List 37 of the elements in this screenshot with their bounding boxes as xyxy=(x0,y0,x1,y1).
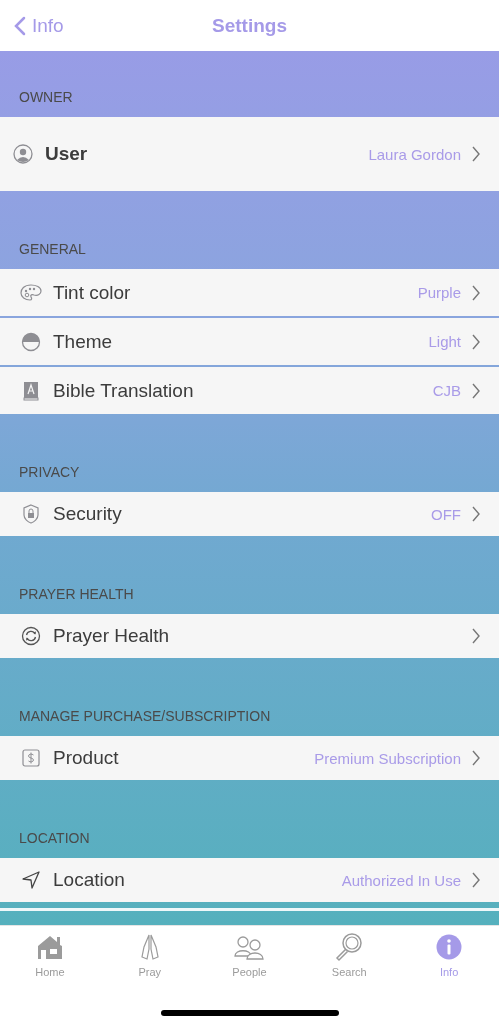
info-icon xyxy=(436,934,463,960)
chevron-right-icon xyxy=(471,146,481,162)
chevron-right-icon xyxy=(471,628,481,644)
book-icon xyxy=(23,380,39,401)
settings-row[interactable]: Prayer Health xyxy=(0,614,499,658)
section-header: PRIVACY xyxy=(19,464,80,480)
half-circle-icon xyxy=(21,331,41,352)
house-icon xyxy=(35,934,64,960)
chevron-right-icon xyxy=(471,382,481,399)
settings-row[interactable]: Security OFF xyxy=(0,492,499,536)
settings-row[interactable]: Tint color Purple xyxy=(0,269,499,316)
settings-row[interactable]: User Laura Gordon xyxy=(0,117,499,191)
settings-row[interactable]: Product Premium Subscription xyxy=(0,736,499,780)
section-header: GENERAL xyxy=(19,241,86,257)
section-header: LOCATION xyxy=(19,830,90,846)
praying-hands-icon xyxy=(138,933,161,961)
sync-icon xyxy=(21,626,41,646)
chevron-left-icon xyxy=(14,15,26,36)
section-header: OWNER xyxy=(19,89,73,105)
people-icon xyxy=(233,934,266,960)
section-header: PRAYER HEALTH xyxy=(19,586,134,602)
settings-row[interactable]: Location Authorized In Use xyxy=(0,858,499,902)
settings-row[interactable]: Theme Light xyxy=(0,318,499,365)
chevron-right-icon xyxy=(471,872,481,888)
location-arrow-icon xyxy=(21,870,41,890)
screen-title: Settings xyxy=(212,14,287,37)
settings-row[interactable]: Bible Translation CJB xyxy=(0,367,499,414)
dollar-icon xyxy=(22,749,40,767)
user-icon xyxy=(13,144,33,164)
chevron-right-icon xyxy=(471,333,481,350)
chevron-right-icon xyxy=(471,750,481,766)
section-header: MANAGE PURCHASE/SUBSCRIPTION xyxy=(19,708,271,724)
shield-lock-icon xyxy=(22,504,40,524)
magnifier-icon xyxy=(334,932,365,962)
palette-icon xyxy=(19,282,43,303)
chevron-right-icon xyxy=(471,284,481,301)
chevron-right-icon xyxy=(471,506,481,522)
